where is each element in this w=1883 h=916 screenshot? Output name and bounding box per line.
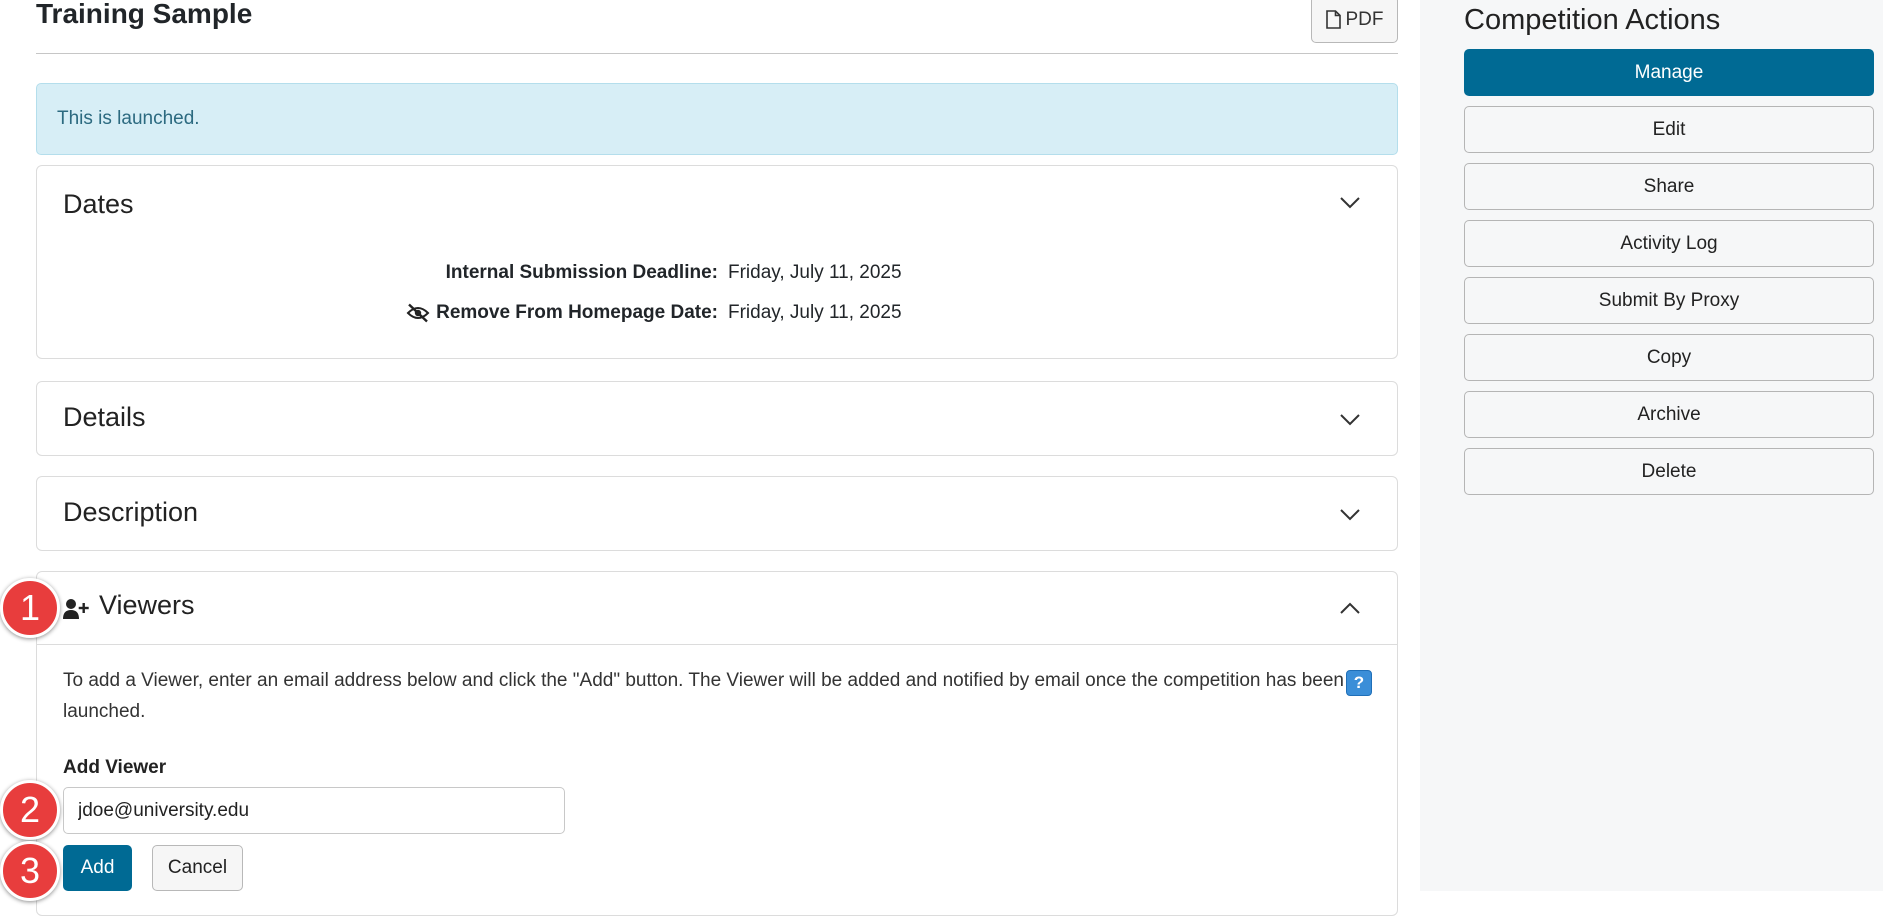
sidebar-title: Competition Actions (1464, 4, 1721, 36)
date-value: Friday, July 11, 2025 (728, 262, 902, 283)
delete-button[interactable]: Delete (1464, 448, 1874, 495)
add-viewer-email-input[interactable] (63, 787, 565, 834)
details-card-title[interactable]: Details (63, 402, 146, 433)
callout-marker-2: 2 (0, 780, 60, 840)
date-label-with-icon: Remove From Homepage Date: (406, 302, 718, 324)
callout-marker-3: 3 (0, 841, 60, 901)
cancel-button[interactable]: Cancel (152, 845, 243, 891)
chevron-up-icon[interactable] (1339, 601, 1361, 615)
description-card: Description (36, 476, 1398, 551)
submit-by-proxy-button[interactable]: Submit By Proxy (1464, 277, 1874, 324)
callout-marker-1: 1 (0, 578, 60, 638)
status-alert-text: This is launched. (57, 108, 200, 129)
competition-actions-sidebar: Competition Actions Manage Edit Share Ac… (1420, 0, 1883, 891)
dates-card-title[interactable]: Dates (63, 189, 134, 220)
details-card: Details (36, 381, 1398, 456)
description-card-title[interactable]: Description (63, 497, 198, 528)
edit-button[interactable]: Edit (1464, 106, 1874, 153)
divider (37, 644, 1397, 645)
dates-card: Dates Internal Submission Deadline: Frid… (36, 165, 1398, 359)
archive-button[interactable]: Archive (1464, 391, 1874, 438)
add-viewer-label: Add Viewer (63, 757, 167, 778)
manage-button[interactable]: Manage (1464, 49, 1874, 96)
date-label-text: Remove From Homepage Date: (436, 302, 718, 323)
main-content: Training Sample PDF This is launched. Da… (36, 0, 1398, 916)
page-title: Training Sample (36, 0, 253, 29)
file-icon (1325, 10, 1341, 29)
viewers-help-text: To add a Viewer, enter an email address … (63, 670, 1344, 722)
status-alert: This is launched. (36, 83, 1398, 155)
viewers-card: Viewers To add a Viewer, enter an email … (36, 571, 1398, 916)
chevron-down-icon[interactable] (1339, 413, 1361, 427)
eye-slash-icon (406, 303, 430, 323)
chevron-down-icon[interactable] (1339, 508, 1361, 522)
help-icon[interactable]: ? (1346, 670, 1372, 696)
activity-log-button[interactable]: Activity Log (1464, 220, 1874, 267)
user-plus-icon (63, 599, 89, 619)
chevron-down-icon[interactable] (1339, 196, 1361, 210)
add-viewer-button[interactable]: Add (63, 845, 132, 891)
pdf-button[interactable]: PDF (1311, 0, 1398, 43)
page-header: Training Sample PDF (36, 0, 1398, 54)
date-row-remove-homepage: Remove From Homepage Date: Friday, July … (37, 302, 1399, 332)
pdf-button-label: PDF (1345, 8, 1384, 30)
date-label: Internal Submission Deadline: (445, 262, 718, 283)
share-button[interactable]: Share (1464, 163, 1874, 210)
date-value: Friday, July 11, 2025 (728, 302, 902, 323)
viewers-card-title[interactable]: Viewers (99, 590, 195, 621)
date-row-submission: Internal Submission Deadline: Friday, Ju… (37, 262, 1399, 292)
copy-button[interactable]: Copy (1464, 334, 1874, 381)
